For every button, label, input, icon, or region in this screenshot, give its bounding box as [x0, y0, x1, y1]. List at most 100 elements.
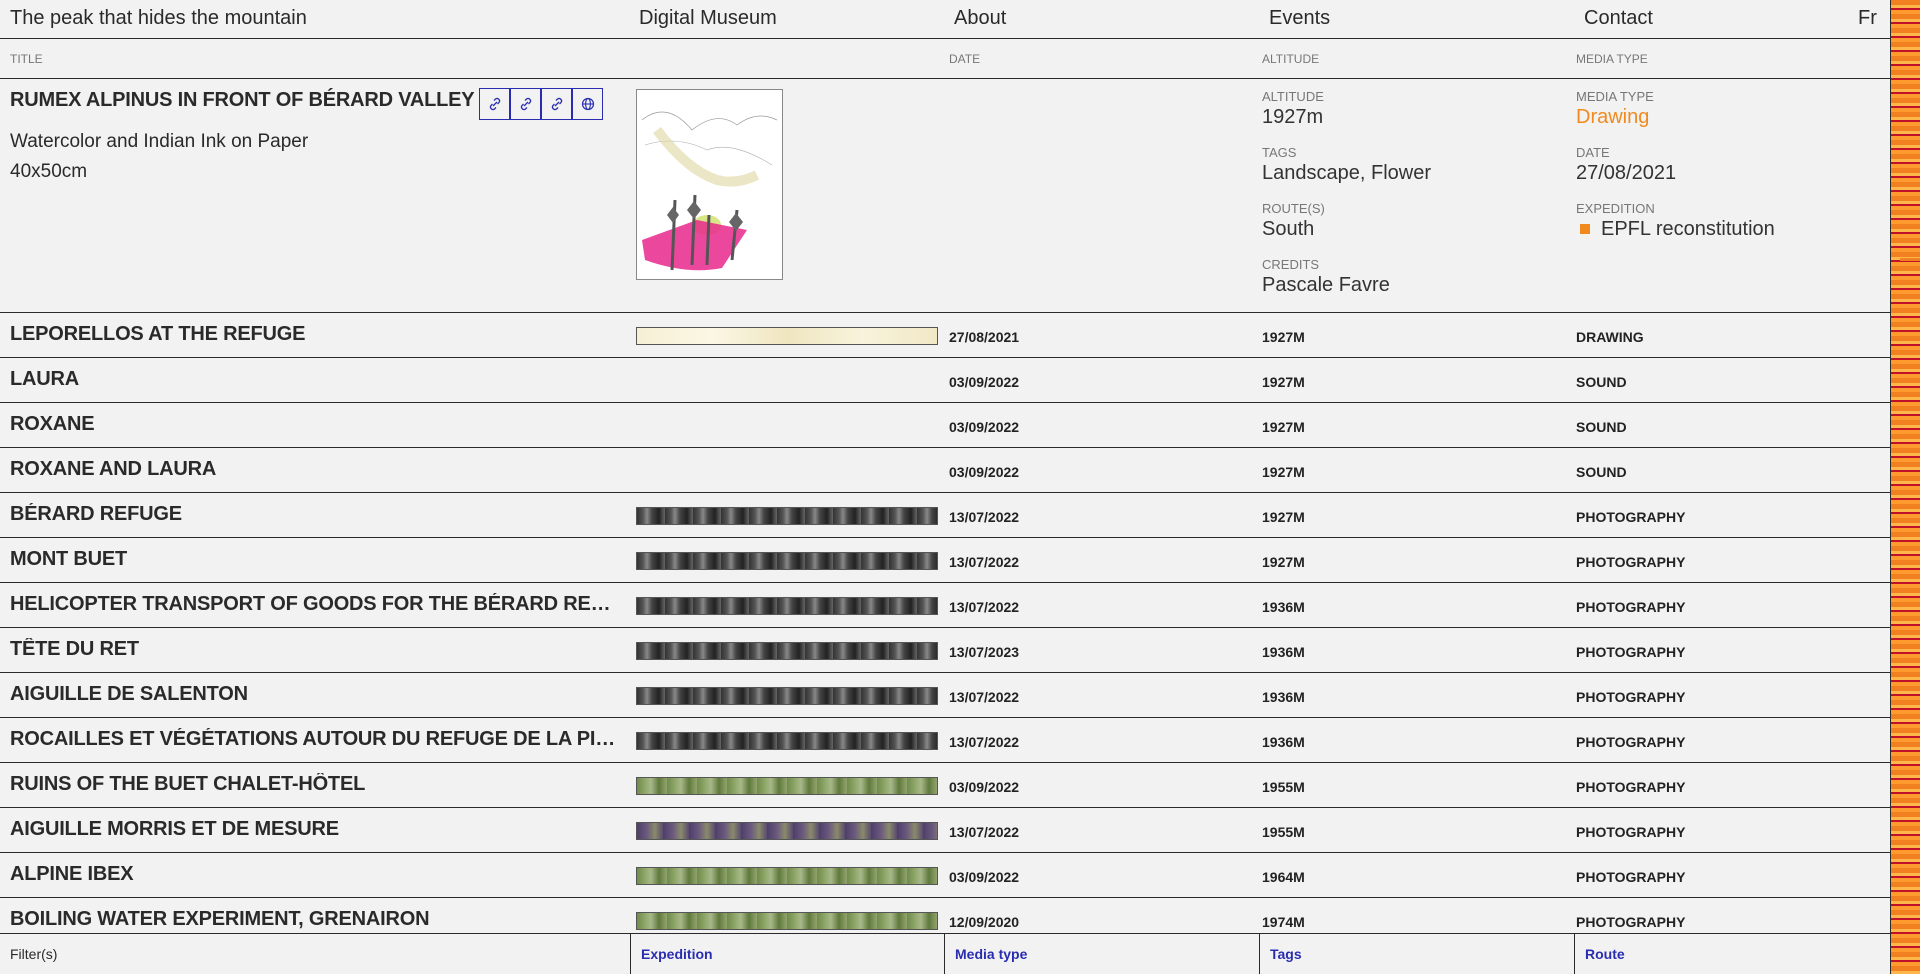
scrollbar-thumb[interactable]: [1900, 258, 1920, 261]
table-row[interactable]: AIGUILLE DE SALENTON 13/07/2022 1936M PHOTO…: [0, 673, 1890, 718]
link-icon[interactable]: [479, 88, 510, 120]
routes-value[interactable]: South: [1262, 218, 1314, 241]
language-toggle[interactable]: Fr: [1858, 7, 1877, 30]
row-title[interactable]: TÊTE DU RET: [10, 638, 620, 661]
row-title[interactable]: AIGUILLE MORRIS ET DE MESURE: [10, 818, 620, 841]
table-row[interactable]: RUINS OF THE BUET CHALET-HÔTEL 03/09/2022…: [0, 763, 1890, 808]
row-thumbnail[interactable]: [636, 912, 938, 930]
row-thumbnail[interactable]: [636, 642, 938, 660]
tags-value[interactable]: Landscape, Flower: [1262, 162, 1431, 185]
row-date: 13/07/2023: [949, 644, 1020, 660]
table-row[interactable]: TÊTE DU RET 13/07/2023 1936M PHOTOGRAPHY: [0, 628, 1890, 673]
media-type-value[interactable]: Drawing: [1576, 106, 1649, 129]
row-date: 12/09/2020: [949, 914, 1020, 930]
row-title[interactable]: ROCAILLES ET VÉGÉTATIONS AUTOUR DU REFUG…: [10, 728, 620, 751]
filter-expedition[interactable]: Expedition: [630, 934, 944, 974]
row-altitude: 1927M: [1262, 554, 1305, 570]
row-title[interactable]: MONT BUET: [10, 548, 620, 571]
row-thumbnail[interactable]: [636, 867, 938, 885]
row-title[interactable]: BOILING WATER EXPERIMENT, GRENAIRON: [10, 908, 620, 931]
row-date: 03/09/2022: [949, 869, 1020, 885]
row-thumbnail[interactable]: [636, 687, 938, 705]
table-row[interactable]: LEPORELLOS AT THE REFUGE 27/08/2021 1927M D…: [0, 313, 1890, 358]
row-date: 13/07/2022: [949, 509, 1020, 525]
table-row[interactable]: MONT BUET 13/07/2022 1927M PHOTOGRAPHY: [0, 538, 1890, 583]
row-title[interactable]: ROXANE: [10, 413, 620, 436]
row-altitude: 1964M: [1262, 869, 1305, 885]
nav-events[interactable]: Events: [1269, 7, 1330, 30]
row-date: 13/07/2022: [949, 689, 1020, 705]
row-date: 03/09/2022: [949, 374, 1020, 390]
globe-icon[interactable]: [572, 88, 603, 120]
row-title[interactable]: ROXANE AND LAURA: [10, 458, 620, 481]
expedition-label: EXPEDITION: [1576, 201, 1655, 216]
row-title[interactable]: AIGUILLE DE SALENTON: [10, 683, 620, 706]
row-date: 13/07/2022: [949, 824, 1020, 840]
row-altitude: 1936M: [1262, 734, 1305, 750]
table-row[interactable]: ROCAILLES ET VÉGÉTATIONS AUTOUR DU REFUG…: [0, 718, 1890, 763]
expedition-color-square: [1580, 224, 1590, 234]
table-row[interactable]: ROXANE 03/09/2022 1927M SOUND: [0, 403, 1890, 448]
row-media-type: SOUND: [1576, 374, 1627, 390]
row-title[interactable]: BÉRARD REFUGE: [10, 503, 620, 526]
filter-media-type[interactable]: Media type: [944, 934, 1259, 974]
row-thumbnail[interactable]: [636, 732, 938, 750]
row-thumbnail[interactable]: [636, 552, 938, 570]
altitude-label: ALTITUDE: [1262, 89, 1324, 104]
filter-tags[interactable]: Tags: [1259, 934, 1574, 974]
row-date: 13/07/2022: [949, 599, 1020, 615]
row-title[interactable]: HELICOPTER TRANSPORT OF GOODS FOR THE BÉ…: [10, 593, 620, 616]
row-media-type: PHOTOGRAPHY: [1576, 554, 1686, 570]
nav-contact[interactable]: Contact: [1584, 7, 1653, 30]
item-size: 40x50cm: [10, 161, 88, 182]
row-media-type: PHOTOGRAPHY: [1576, 599, 1686, 615]
col-date[interactable]: DATE: [949, 52, 980, 66]
col-title[interactable]: TITLE: [10, 52, 43, 66]
credits-label: CREDITS: [1262, 257, 1320, 272]
table-row[interactable]: HELICOPTER TRANSPORT OF GOODS FOR THE BÉ…: [0, 583, 1890, 628]
table-row[interactable]: BÉRARD REFUGE 13/07/2022 1927M PHOTOGRAPHY: [0, 493, 1890, 538]
row-date: 13/07/2022: [949, 554, 1020, 570]
col-altitude[interactable]: ALTITUDE: [1262, 52, 1319, 66]
row-altitude: 1927M: [1262, 464, 1305, 480]
row-title[interactable]: LAURA: [10, 368, 620, 391]
row-altitude: 1955M: [1262, 824, 1305, 840]
table-row[interactable]: LAURA 03/09/2022 1927M SOUND: [0, 358, 1890, 403]
row-media-type: DRAWING: [1576, 329, 1644, 345]
row-thumbnail[interactable]: [636, 777, 938, 795]
date-value: 27/08/2021: [1576, 162, 1677, 184]
expedition-value[interactable]: EPFL reconstitution: [1601, 218, 1775, 241]
row-thumbnail[interactable]: [636, 822, 938, 840]
row-thumbnail[interactable]: [636, 597, 938, 615]
filter-route[interactable]: Route: [1574, 934, 1890, 974]
table-row[interactable]: ROXANE AND LAURA 03/09/2022 1927M SOUND: [0, 448, 1890, 493]
row-media-type: SOUND: [1576, 464, 1627, 480]
row-thumbnail[interactable]: [636, 507, 938, 525]
row-media-type: PHOTOGRAPHY: [1576, 914, 1686, 930]
item-medium: Watercolor and Indian Ink on Paper: [10, 131, 309, 152]
table-row[interactable]: ALPINE IBEX 03/09/2022 1964M PHOTOGRAPHY: [0, 853, 1890, 898]
row-media-type: PHOTOGRAPHY: [1576, 869, 1686, 885]
row-date: 03/09/2022: [949, 464, 1020, 480]
date-label: DATE: [1576, 145, 1610, 160]
row-media-type: PHOTOGRAPHY: [1576, 824, 1686, 840]
expanded-item: RUMEX ALPINUS IN FRONT OF BÉRARD VALLEY …: [0, 79, 1890, 313]
link-icon[interactable]: [541, 88, 572, 120]
row-altitude: 1936M: [1262, 644, 1305, 660]
row-title[interactable]: RUINS OF THE BUET CHALET-HÔTEL: [10, 773, 620, 796]
table-row[interactable]: AIGUILLE MORRIS ET DE MESURE 13/07/2022 19…: [0, 808, 1890, 853]
site-title[interactable]: The peak that hides the mountain: [10, 7, 307, 30]
timeline-scrollbar[interactable]: [1890, 0, 1920, 974]
row-title[interactable]: LEPORELLOS AT THE REFUGE: [10, 323, 620, 346]
row-title[interactable]: ALPINE IBEX: [10, 863, 620, 886]
row-date: 03/09/2022: [949, 779, 1020, 795]
link-icon[interactable]: [510, 88, 541, 120]
nav-about[interactable]: About: [954, 7, 1006, 30]
row-thumbnail[interactable]: [636, 327, 938, 345]
artwork-thumbnail[interactable]: [636, 89, 783, 280]
row-date: 13/07/2022: [949, 734, 1020, 750]
top-nav: The peak that hides the mountain Digital…: [0, 0, 1890, 39]
col-media-type[interactable]: MEDIA TYPE: [1576, 52, 1648, 66]
nav-digital-museum[interactable]: Digital Museum: [639, 7, 777, 30]
filter-label: Filter(s): [10, 946, 58, 962]
